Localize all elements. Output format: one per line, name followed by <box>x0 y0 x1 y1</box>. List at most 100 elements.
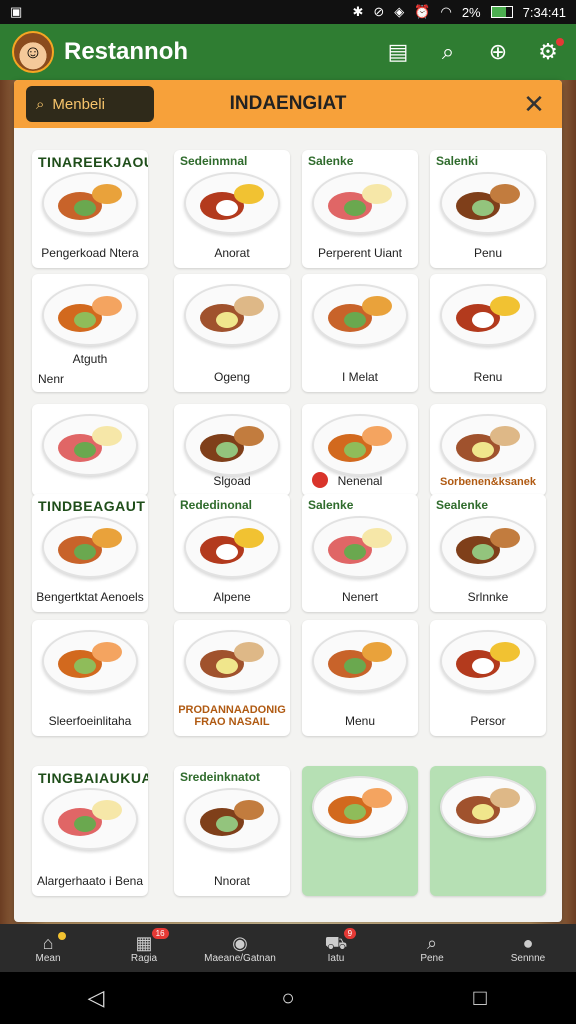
battery-icon <box>490 6 513 18</box>
dish-card[interactable]: Sredeinknatot Nnorat <box>174 766 290 896</box>
nav-camera[interactable]: ◉ Maeane/Gatnan <box>192 924 288 972</box>
home-circle-icon[interactable]: ○ <box>268 985 308 1011</box>
search-icon[interactable]: ⌕ <box>432 36 464 68</box>
food-item <box>362 788 392 808</box>
nav-cart[interactable]: ⛟ 9 Iatu <box>288 924 384 972</box>
food-item <box>490 184 520 204</box>
dish-name: Anorat <box>214 246 250 260</box>
dish-card[interactable]: TINGBAIAUKUA Alargerhaato i Bena <box>32 766 148 896</box>
dish-plate-image <box>42 172 138 234</box>
dish-name: Slgoad <box>213 474 251 488</box>
food-item <box>362 426 392 446</box>
dish-plate-image <box>184 172 280 234</box>
dish-card[interactable]: Menu <box>302 620 418 736</box>
food-item <box>472 442 494 458</box>
dish-card[interactable] <box>302 766 418 896</box>
recents-icon[interactable]: □ <box>460 985 500 1011</box>
share-icon[interactable]: ⊕ <box>482 36 514 68</box>
dish-card[interactable]: Renu <box>430 274 546 392</box>
dish-plate-image <box>440 172 536 234</box>
food-item <box>74 442 96 458</box>
dish-name: I Melat <box>341 370 378 384</box>
food-item <box>362 642 392 662</box>
search-icon: ⌕ <box>426 932 438 953</box>
dish-card[interactable]: PRODANNAADONIG FRAO NASAIL <box>174 620 290 736</box>
food-item <box>92 184 122 204</box>
food-item <box>472 804 494 820</box>
food-item <box>344 442 366 458</box>
nav-badge: 16 <box>151 928 169 939</box>
dish-card[interactable]: I Melat <box>302 274 418 392</box>
back-icon[interactable]: ◁ <box>76 985 116 1011</box>
dish-card[interactable]: Salenki Penu <box>430 150 546 268</box>
dish-plate-image <box>312 776 408 838</box>
food-item <box>234 642 264 662</box>
search-button[interactable]: ⌕ Menbeli <box>26 86 154 122</box>
dish-card[interactable]: Persor <box>430 620 546 736</box>
close-icon[interactable]: ✕ <box>518 89 550 120</box>
dish-plate-image <box>184 630 280 692</box>
food-item <box>74 312 96 328</box>
category-heading: Salenke <box>308 498 354 512</box>
nav-dot <box>57 932 66 940</box>
food-item <box>490 426 520 446</box>
food-item <box>74 200 96 216</box>
dish-card[interactable]: Nenenal <box>302 404 418 496</box>
alarm-icon: ⏰ <box>414 4 431 19</box>
dish-card[interactable]: Salenke Perperent Uiant <box>302 150 418 268</box>
dish-card[interactable] <box>430 766 546 896</box>
dish-plate-image <box>440 414 536 476</box>
dish-card[interactable]: Rededinonal Alpene <box>174 494 290 612</box>
food-item <box>344 658 366 674</box>
dish-card[interactable] <box>32 404 148 496</box>
chef-avatar-logo: ☺ <box>12 31 54 73</box>
dish-plate-image <box>184 516 280 578</box>
dish-name: Nenert <box>341 590 379 604</box>
food-item <box>472 312 494 328</box>
food-item <box>472 200 494 216</box>
food-item <box>92 800 122 820</box>
app-title: Restannoh <box>64 38 189 65</box>
search-icon: ⌕ <box>36 95 45 113</box>
nav-profile[interactable]: ● Sennne <box>480 924 576 972</box>
home-icon: ⌂ <box>42 932 54 953</box>
dish-name: Sleerfoeinlitaha <box>48 714 132 728</box>
food-item <box>92 426 122 446</box>
dish-card[interactable]: Sorbenen&ksanek <box>430 404 546 496</box>
food-item <box>344 804 366 820</box>
settings-gear-icon[interactable]: ⚙ <box>532 36 564 68</box>
category-heading: Rededinonal <box>180 498 253 512</box>
food-item <box>74 658 96 674</box>
shield-icon: ◈ <box>394 4 405 19</box>
store-icon: ▦ <box>135 932 153 953</box>
dish-name: Perperent Uiant <box>317 246 403 260</box>
dish-card[interactable]: Salenke Nenert <box>302 494 418 612</box>
food-item <box>216 658 238 674</box>
dish-card[interactable]: Sealenke Srlnnke <box>430 494 546 612</box>
dish-card[interactable]: TINAREEKJAOUT Pengerkoad Ntera <box>32 150 148 268</box>
system-nav-bar: ◁ ○ □ <box>0 972 576 1024</box>
dish-name: Pengerkoad Ntera <box>41 246 139 260</box>
dish-name: Sorbenen&ksanek <box>440 476 536 488</box>
dish-card[interactable]: Slgoad <box>174 404 290 496</box>
dish-card[interactable]: Sleerfoeinlitaha <box>32 620 148 736</box>
dish-card[interactable]: Nenr Atguth <box>32 274 148 392</box>
food-item <box>490 642 520 662</box>
nav-badge: 9 <box>343 928 357 939</box>
nav-store[interactable]: ▦ 16 Ragia <box>96 924 192 972</box>
dish-plate-image <box>440 630 536 692</box>
dish-plate-image <box>312 284 408 346</box>
dish-card[interactable]: Ogeng <box>174 274 290 392</box>
food-item <box>92 296 122 316</box>
tomato-icon <box>312 472 328 488</box>
dish-card[interactable]: Sedeinmnal Anorat <box>174 150 290 268</box>
nav-search[interactable]: ⌕ Pene <box>384 924 480 972</box>
notification-dot <box>556 38 564 46</box>
dish-plate-image <box>42 630 138 692</box>
food-item <box>362 528 392 548</box>
food-item <box>216 816 238 832</box>
dish-card[interactable]: TINDBEAGAUT Bengertktat Aenoels <box>32 494 148 612</box>
nav-home[interactable]: ⌂ Mean <box>0 924 96 972</box>
receipt-icon[interactable]: ▤ <box>382 36 414 68</box>
category-heading: TINDBEAGAUT <box>38 498 146 514</box>
